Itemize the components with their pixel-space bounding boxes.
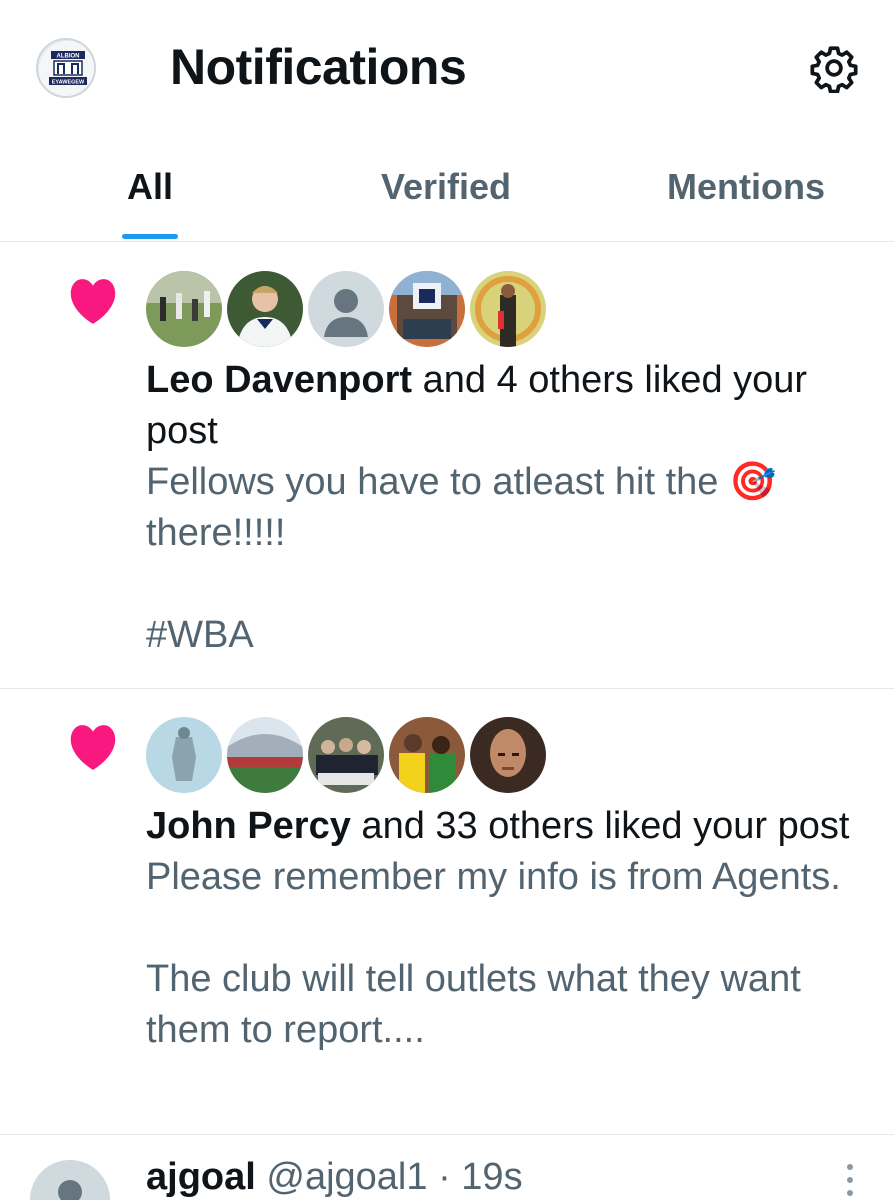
top-bar: ALBION EYAWEGEW Notifications (0, 0, 894, 140)
tweet-header: ajgoal @ajgoal1 · 19s (146, 1156, 523, 1199)
avatar[interactable] (146, 271, 222, 347)
more-vertical-icon (847, 1164, 853, 1170)
notification-tabs: All Verified Mentions (0, 140, 894, 242)
author-name[interactable]: ajgoal (146, 1156, 256, 1198)
actor-name[interactable]: John Percy (146, 805, 351, 847)
tweet-item[interactable]: ajgoal @ajgoal1 · 19s (0, 1136, 894, 1200)
post-preview: Fellows you have to atleast hit the 🎯 th… (146, 461, 777, 656)
timestamp[interactable]: 19s (461, 1156, 522, 1198)
svg-text:EYAWEGEW: EYAWEGEW (52, 80, 85, 86)
avatar[interactable] (470, 717, 546, 793)
profile-avatar[interactable]: ALBION EYAWEGEW (36, 38, 96, 98)
club-crest-icon: ALBION EYAWEGEW (39, 41, 94, 96)
tab-verified[interactable]: Verified (346, 166, 546, 242)
svg-text:ALBION: ALBION (57, 54, 80, 60)
more-options-button[interactable] (838, 1160, 862, 1200)
notification-action: and 33 others liked your post (350, 805, 850, 847)
author-handle[interactable]: @ajgoal1 (266, 1156, 427, 1198)
gear-icon (810, 46, 858, 93)
active-tab-indicator (122, 234, 178, 239)
actor-name[interactable]: Leo Davenport (146, 359, 412, 401)
avatar[interactable] (146, 717, 222, 793)
heart-icon (70, 279, 116, 324)
page-title: Notifications (170, 39, 467, 95)
liker-avatars (146, 271, 546, 347)
post-preview: Please remember my info is from Agents. … (146, 856, 841, 1051)
avatar[interactable] (389, 717, 465, 793)
avatar[interactable] (227, 271, 303, 347)
default-avatar[interactable] (30, 1160, 110, 1200)
heart-icon (70, 725, 116, 770)
separator: · (427, 1156, 462, 1198)
settings-button[interactable] (806, 40, 862, 96)
avatar[interactable] (308, 717, 384, 793)
tab-mentions[interactable]: Mentions (640, 166, 852, 242)
avatar[interactable] (470, 271, 546, 347)
avatar[interactable] (227, 717, 303, 793)
notification-item[interactable]: John Percy and 33 others liked your post… (0, 689, 894, 1135)
avatar[interactable] (389, 271, 465, 347)
tab-all[interactable]: All (100, 166, 200, 242)
notification-headline: Leo Davenport and 4 others liked your po… (146, 355, 866, 457)
default-avatar[interactable] (308, 271, 384, 347)
notification-item[interactable]: Leo Davenport and 4 others liked your po… (0, 243, 894, 689)
liker-avatars (146, 717, 546, 793)
notification-headline: John Percy and 33 others liked your post (146, 801, 866, 852)
